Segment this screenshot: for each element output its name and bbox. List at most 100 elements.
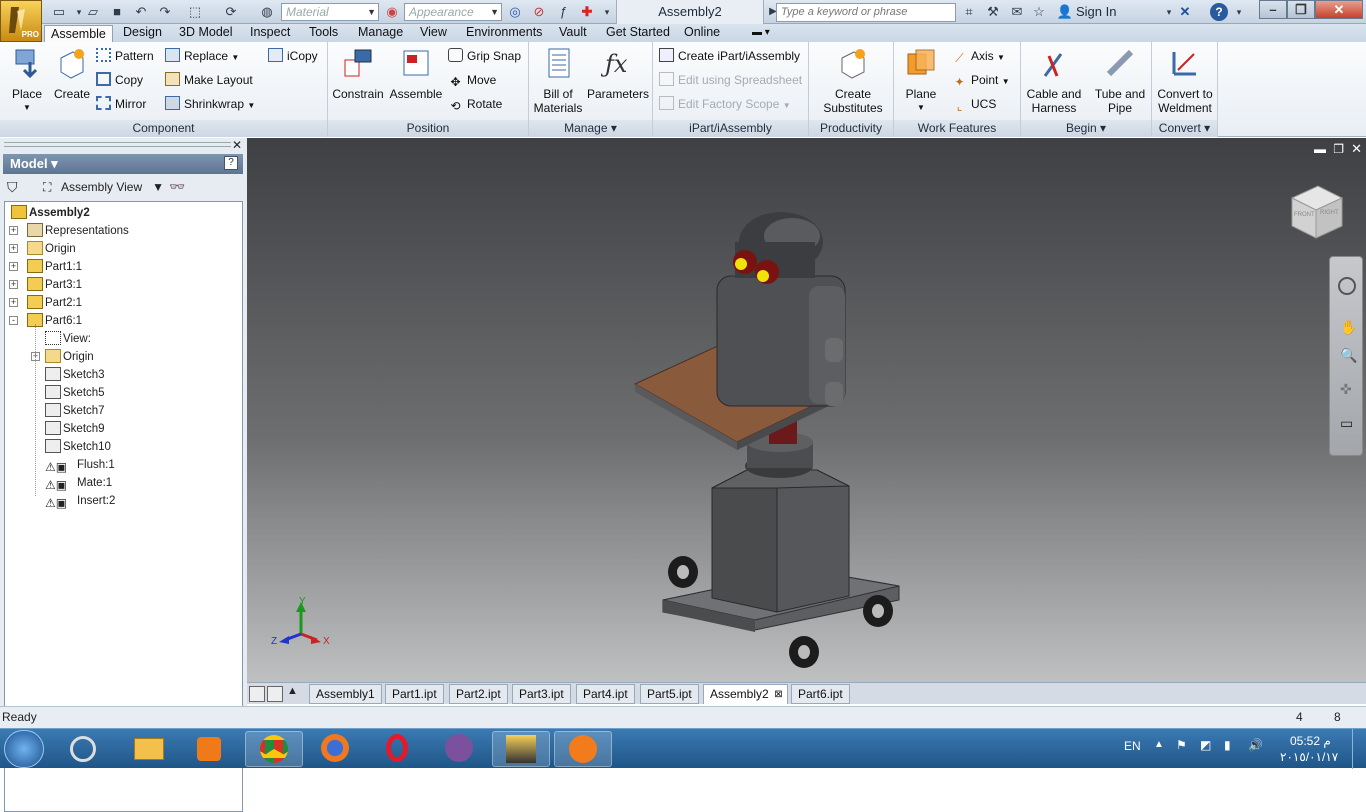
tree-node[interactable]: + Representations (9, 222, 129, 240)
doc-tab-part5[interactable]: Part5.ipt (640, 684, 699, 704)
tree-node[interactable]: ⚠▣ Mate:1 (45, 474, 112, 492)
tile-windows-icon[interactable] (249, 686, 265, 702)
expand-icon[interactable]: + (9, 262, 18, 271)
orbit-icon[interactable]: ✜ (1340, 381, 1352, 398)
create-ipart-button[interactable]: Create iPart/iAssembly (659, 46, 800, 66)
parameters-button[interactable]: ƒx Parameters (585, 46, 651, 101)
manage-panel-title[interactable]: Manage ▾ (529, 120, 652, 137)
tree-node[interactable]: Sketch7 (45, 402, 105, 420)
copy-button[interactable]: Copy (96, 70, 143, 90)
convert-to-weldment-button[interactable]: Convert to Weldment (1154, 46, 1216, 115)
mirror-button[interactable]: Mirror (96, 94, 146, 114)
show-desktop-button[interactable] (1352, 729, 1366, 769)
expand-icon[interactable]: + (9, 226, 18, 235)
sign-in-link[interactable]: Sign In (1076, 4, 1116, 19)
pan-icon[interactable]: ✋ (1340, 319, 1357, 336)
move-button[interactable]: ✥ Move (448, 70, 496, 90)
redo-icon[interactable]: ↷ (156, 3, 174, 21)
create-component-button[interactable]: Create (52, 46, 92, 101)
browser-close-icon[interactable]: ✕ (232, 138, 242, 152)
create-substitutes-button[interactable]: Create Substitutes (817, 46, 889, 115)
firefox-icon[interactable] (306, 731, 364, 767)
ucs-button[interactable]: ⌞ UCS (952, 94, 997, 114)
zoom-icon[interactable]: 🔍 (1340, 347, 1357, 364)
help-dropdown-icon[interactable]: ▾ (1230, 3, 1248, 21)
windows-start-icon[interactable] (4, 730, 44, 768)
edit-spreadsheet-button[interactable]: Edit using Spreadsheet (659, 70, 802, 90)
new-icon[interactable]: ▭ (50, 3, 68, 21)
browser-grip[interactable] (4, 142, 231, 147)
cable-and-harness-button[interactable]: Cable and Harness (1023, 46, 1085, 115)
fx-icon[interactable]: ƒ (554, 3, 572, 21)
inventor-icon[interactable] (492, 731, 550, 767)
avast-icon[interactable] (554, 731, 612, 767)
doc-tab-part3[interactable]: Part3.ipt (512, 684, 571, 704)
appearance-combo[interactable]: Appearance ▼ (404, 3, 502, 21)
chrome-icon[interactable] (245, 731, 303, 767)
doc-tab-part1[interactable]: Part1.ipt (385, 684, 444, 704)
clear-appearance-icon[interactable]: ⊘ (530, 3, 548, 21)
place-button[interactable]: Place ▼ (6, 46, 48, 115)
expand-icon[interactable]: + (9, 298, 18, 307)
assembly-view-dropdown[interactable]: Assembly View ▼ (61, 176, 164, 198)
player-icon[interactable] (180, 731, 238, 767)
doc-tab-assembly1[interactable]: Assembly1 (309, 684, 382, 704)
add-icon[interactable]: ✚ (578, 3, 596, 21)
tree-node[interactable]: ⚠▣ Flush:1 (45, 456, 115, 474)
make-layout-button[interactable]: Make Layout (165, 70, 253, 90)
explorer-icon[interactable] (120, 731, 178, 767)
minimize-button[interactable]: – (1259, 0, 1287, 19)
tab-manage[interactable]: Manage (352, 24, 409, 42)
robot-model[interactable] (247, 138, 1366, 682)
tree-node[interactable]: + Origin (9, 240, 76, 258)
customize-dropdown-icon[interactable]: ▾ (598, 3, 616, 21)
icopy-button[interactable]: iCopy (268, 46, 318, 66)
tab-environments[interactable]: Environments (460, 24, 548, 42)
expand-icon[interactable]: + (9, 280, 18, 289)
tab-inspect[interactable]: Inspect (244, 24, 296, 42)
shrinkwrap-button[interactable]: Shrinkwrap ▼ (165, 94, 255, 114)
doc-tab-assembly2[interactable]: Assembly2 ⊠ (703, 684, 788, 704)
maximize-button[interactable]: ❐ (1287, 0, 1315, 19)
assemble-button[interactable]: Assemble (388, 46, 444, 101)
favorite-icon[interactable]: ☆ (1030, 3, 1048, 21)
doc-tab-part4[interactable]: Part4.ipt (576, 684, 635, 704)
ribbon-minimize-icon[interactable]: ▬ ▾ (746, 24, 776, 42)
undo-icon[interactable]: ↶ (132, 3, 150, 21)
application-menu-button[interactable]: PRO (0, 0, 42, 42)
clock-date[interactable]: ٢٠١٥/٠١/١٧ (1280, 750, 1338, 764)
tab-vault[interactable]: Vault (553, 24, 593, 42)
browser-help-icon[interactable]: ? (224, 156, 238, 170)
tab-tools[interactable]: Tools (303, 24, 344, 42)
collapse-icon[interactable]: - (9, 316, 18, 325)
tree-node[interactable]: + Part1:1 (9, 258, 82, 276)
adjust-appearance-icon[interactable]: ◎ (506, 3, 524, 21)
action-center-icon[interactable]: ⚑ (1176, 738, 1187, 752)
help-button[interactable]: ? (1210, 3, 1228, 21)
graphics-viewport[interactable]: ▬ ❐ ✕ FRONT RIGHT ✋ 🔍 ✜ ▭ Y X Z (247, 138, 1366, 682)
opera-icon[interactable] (368, 731, 426, 767)
viber-icon[interactable] (430, 731, 488, 767)
tree-node[interactable]: Assembly2 (11, 204, 90, 222)
rotate-button[interactable]: ⟲ Rotate (448, 94, 502, 114)
communication-icon[interactable]: ✉ (1008, 3, 1026, 21)
tray-app-icon[interactable]: ◩ (1200, 738, 1211, 752)
tree-node[interactable]: View: (45, 330, 91, 348)
doc-tab-part2[interactable]: Part2.ipt (449, 684, 508, 704)
arrange-windows-icon[interactable] (267, 686, 283, 702)
update-icon[interactable]: ⟳ (222, 3, 240, 21)
constrain-button[interactable]: Constrain (332, 46, 384, 101)
language-indicator[interactable]: EN (1124, 739, 1141, 753)
tree-node[interactable]: + Part2:1 (9, 294, 82, 312)
tab-design[interactable]: Design (117, 24, 168, 42)
close-tab-icon[interactable]: ⊠ (774, 685, 782, 704)
search-input[interactable]: Type a keyword or phrase (776, 3, 956, 22)
tree-node[interactable]: ⚠▣ Insert:2 (45, 492, 115, 510)
browser-header[interactable]: Model ▾ (3, 154, 243, 174)
filter-icon[interactable]: ⛉ (7, 176, 18, 198)
look-at-icon[interactable]: ▭ (1340, 415, 1353, 432)
steering-wheel-icon[interactable] (1338, 277, 1356, 295)
tree-node[interactable]: Sketch10 (45, 438, 111, 456)
doc-tab-part6[interactable]: Part6.ipt (791, 684, 850, 704)
media-icon[interactable] (54, 731, 112, 767)
